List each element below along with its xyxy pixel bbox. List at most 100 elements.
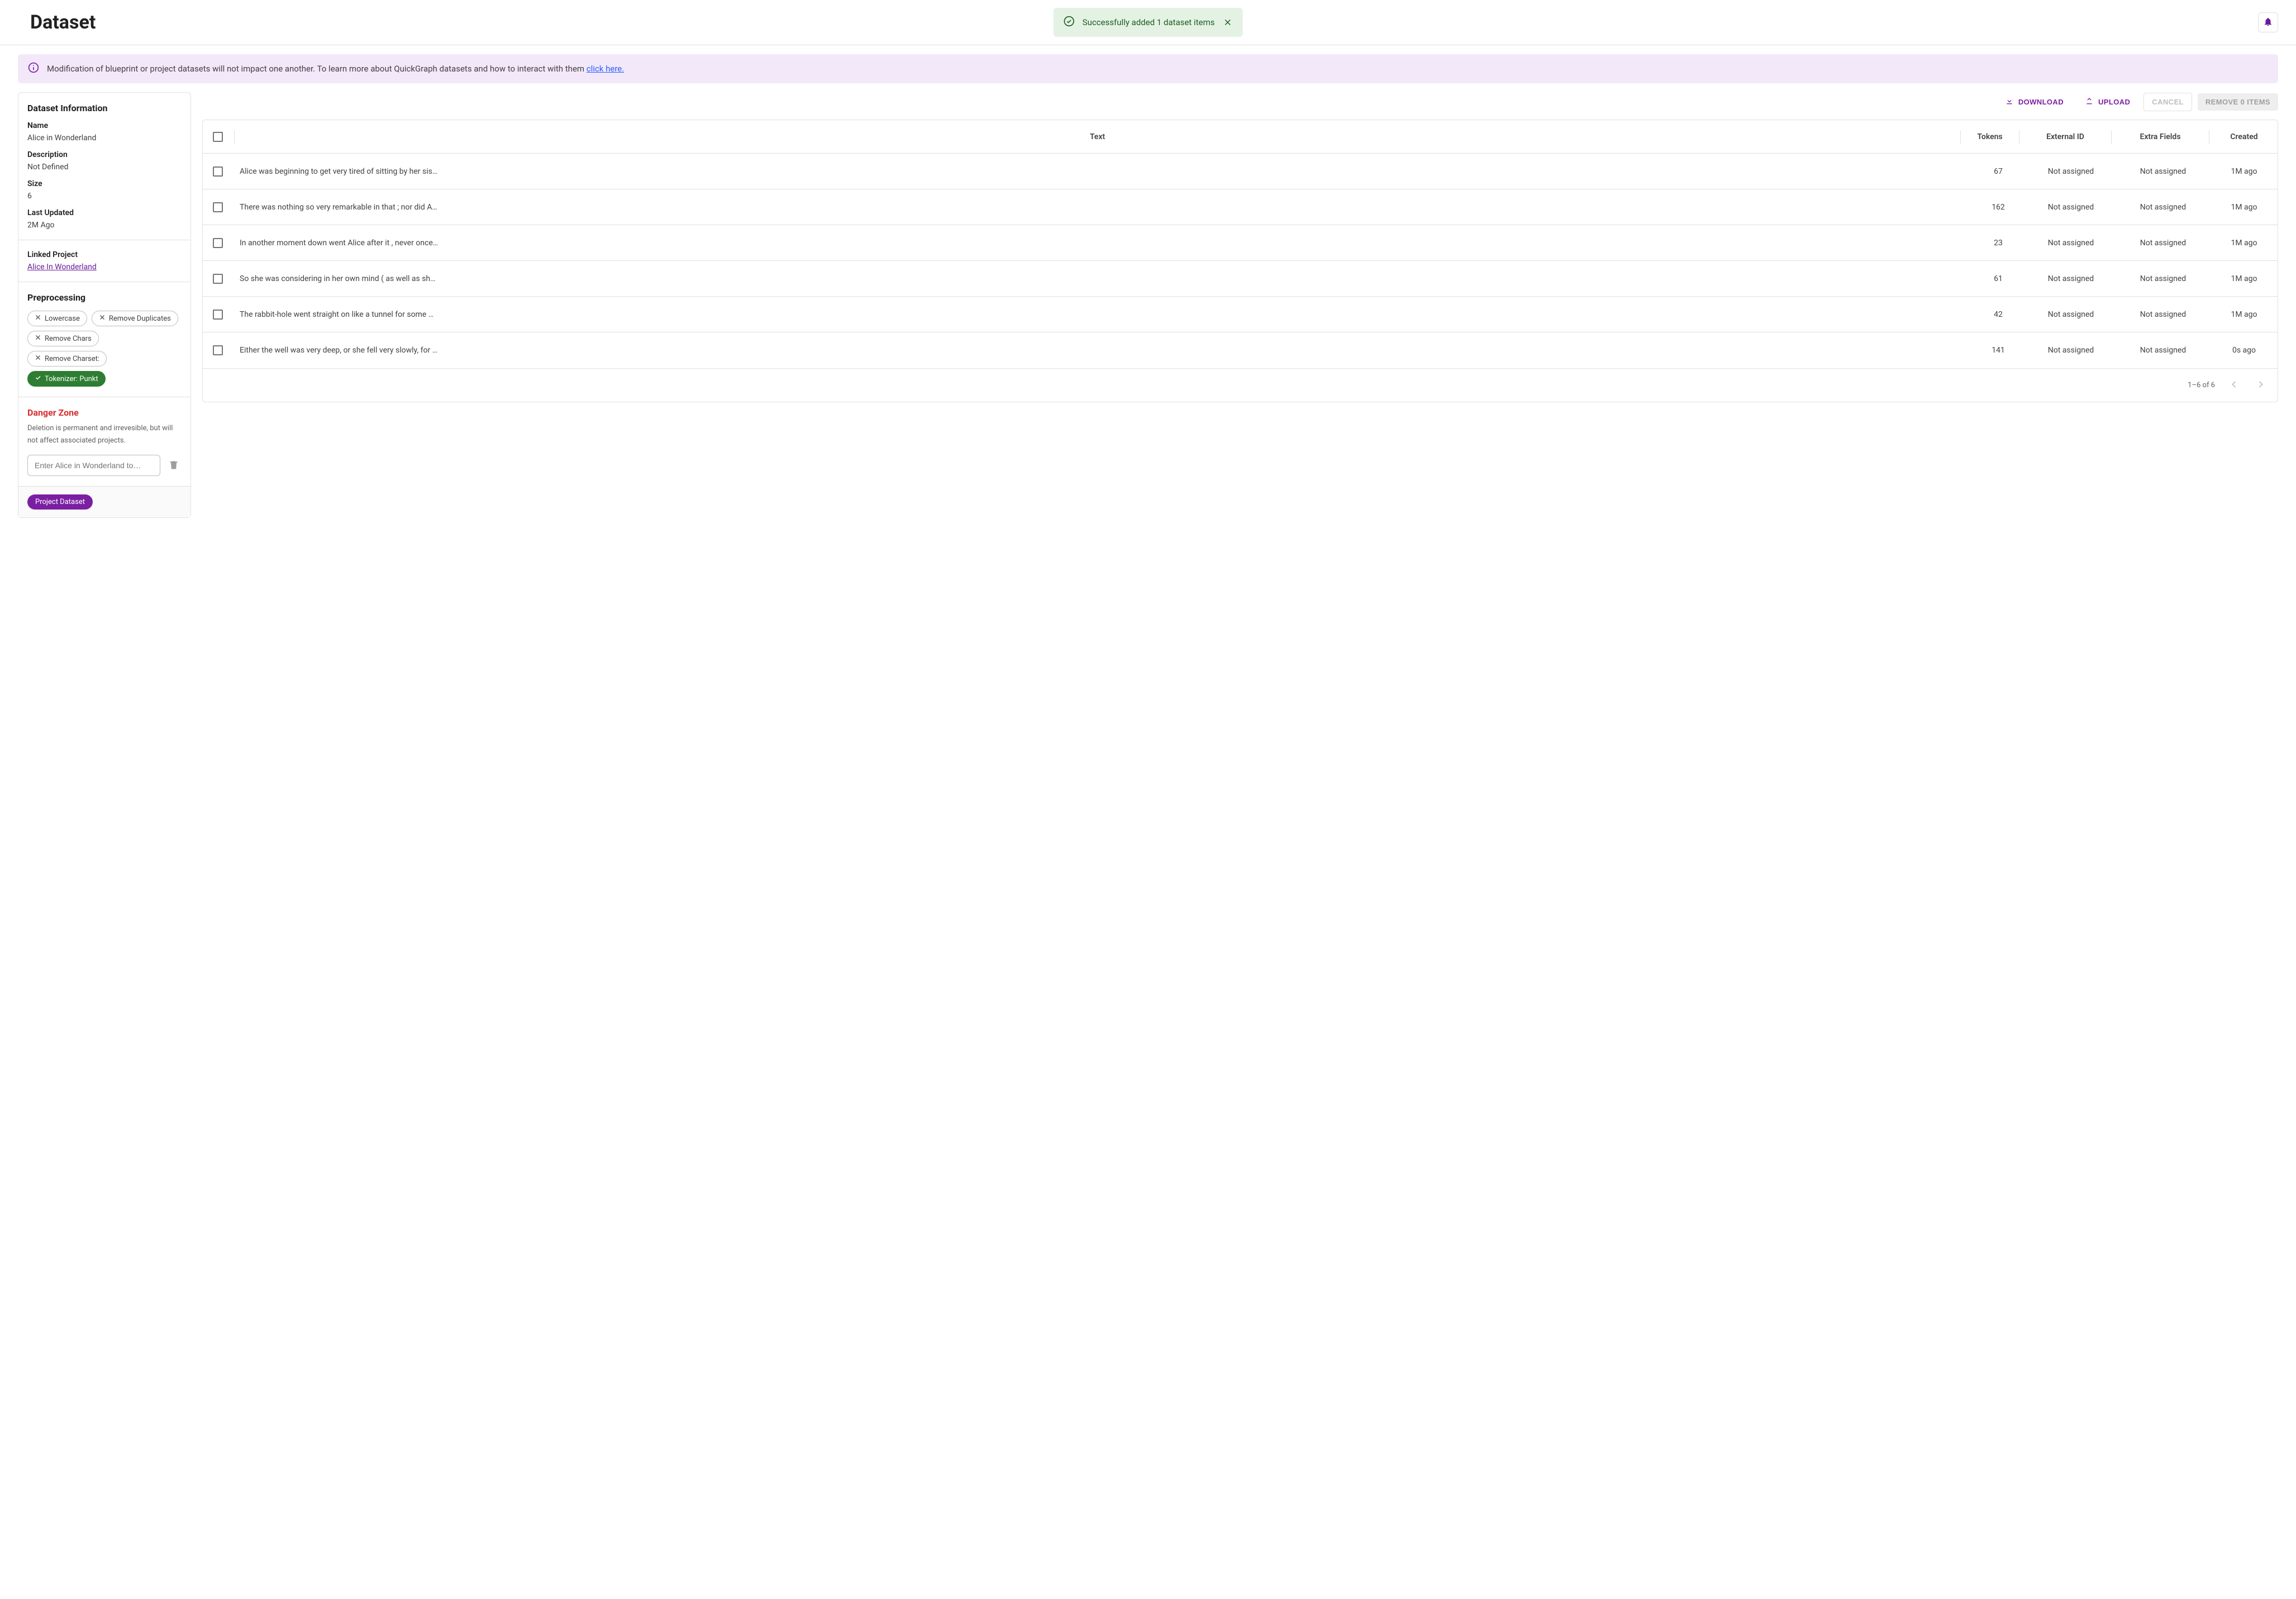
preprocessing-title: Preprocessing — [27, 292, 182, 303]
next-page-button[interactable] — [2253, 377, 2269, 394]
chevron-right-icon — [2255, 379, 2266, 392]
info-banner-text: Modification of blueprint or project dat… — [47, 64, 624, 74]
row-extra-fields: Not assigned — [2140, 239, 2186, 248]
row-text: In another moment down went Alice after … — [240, 239, 438, 248]
header-tokens: Tokens — [1977, 132, 2002, 141]
linked-project-link[interactable]: Alice In Wonderland — [27, 263, 97, 272]
row-checkbox[interactable] — [213, 238, 223, 248]
trash-icon — [168, 464, 179, 472]
row-extra-fields: Not assigned — [2140, 274, 2186, 283]
row-tokens: 141 — [1992, 346, 2005, 355]
row-external-id: Not assigned — [2048, 203, 2094, 212]
dataset-info-title: Dataset Information — [27, 103, 182, 113]
select-all-checkbox[interactable] — [213, 132, 223, 142]
row-text: So she was considering in her own mind (… — [240, 274, 436, 283]
bell-icon — [2263, 17, 2273, 28]
size-value: 6 — [27, 192, 182, 201]
info-banner-link[interactable]: click here. — [587, 64, 624, 74]
row-created: 1M ago — [2231, 310, 2257, 319]
linked-project-label: Linked Project — [27, 250, 182, 259]
dataset-table: Text Tokens External ID Extra Fields Cre… — [202, 120, 2278, 402]
row-text: Alice was beginning to get very tired of… — [240, 167, 437, 176]
page-title: Dataset — [30, 11, 96, 34]
header-created: Created — [2230, 132, 2257, 141]
row-tokens: 162 — [1992, 203, 2005, 212]
sidebar: Dataset Information Name Alice in Wonder… — [18, 92, 191, 518]
row-external-id: Not assigned — [2048, 346, 2094, 355]
header-extra-fields: Extra Fields — [2140, 132, 2180, 141]
table-row[interactable]: Either the well was very deep, or she fe… — [203, 332, 2278, 368]
check-icon — [35, 374, 41, 383]
pagination-info: 1–6 of 6 — [2188, 381, 2215, 389]
row-created: 1M ago — [2231, 274, 2257, 283]
name-label: Name — [27, 121, 182, 130]
download-button[interactable]: DOWNLOAD — [1997, 92, 2071, 112]
check-circle-icon — [1064, 16, 1075, 29]
row-text: There was nothing so very remarkable in … — [240, 203, 437, 212]
last-updated-label: Last Updated — [27, 208, 182, 217]
chip-label: Remove Duplicates — [109, 315, 171, 323]
table-row[interactable]: So she was considering in her own mind (… — [203, 261, 2278, 297]
table-row[interactable]: In another moment down went Alice after … — [203, 225, 2278, 261]
row-external-id: Not assigned — [2048, 274, 2094, 283]
row-checkbox[interactable] — [213, 345, 223, 355]
row-checkbox[interactable] — [213, 166, 223, 177]
row-checkbox[interactable] — [213, 274, 223, 284]
chip-remove-chars[interactable]: Remove Chars — [27, 331, 99, 346]
info-circle-icon — [28, 62, 39, 75]
notifications-button[interactable] — [2258, 12, 2278, 32]
chip-lowercase[interactable]: Lowercase — [27, 311, 87, 326]
danger-zone-title: Danger Zone — [27, 407, 182, 418]
chevron-left-icon — [2228, 379, 2240, 392]
last-updated-value: 2M Ago — [27, 221, 182, 230]
row-text: Either the well was very deep, or she fe… — [240, 346, 437, 355]
chip-label: Lowercase — [45, 315, 80, 323]
x-icon — [35, 314, 41, 323]
row-created: 1M ago — [2231, 239, 2257, 248]
delete-confirm-input[interactable] — [27, 455, 160, 476]
x-icon — [99, 314, 106, 323]
chip-remove-charset[interactable]: Remove Charset: — [27, 351, 107, 367]
row-extra-fields: Not assigned — [2140, 346, 2186, 355]
chip-label: Tokenizer: Punkt — [45, 375, 98, 383]
chip-label: Remove Chars — [45, 335, 92, 343]
delete-button[interactable] — [166, 457, 182, 474]
row-tokens: 61 — [1994, 274, 2003, 283]
download-icon — [2005, 97, 2014, 107]
info-banner-message: Modification of blueprint or project dat… — [47, 64, 587, 74]
success-toast: Successfully added 1 dataset items — [1054, 8, 1243, 37]
row-external-id: Not assigned — [2048, 239, 2094, 248]
chip-label: Remove Charset: — [45, 355, 99, 363]
chip-tokenizer[interactable]: Tokenizer: Punkt — [27, 371, 106, 387]
toast-close-button[interactable] — [1222, 17, 1232, 27]
row-tokens: 67 — [1994, 167, 2003, 176]
chip-remove-duplicates[interactable]: Remove Duplicates — [92, 311, 178, 326]
remove-items-button: REMOVE 0 ITEMS — [2198, 93, 2278, 111]
row-extra-fields: Not assigned — [2140, 310, 2186, 319]
upload-button[interactable]: UPLOAD — [2077, 92, 2138, 112]
row-created: 0s ago — [2232, 346, 2256, 355]
table-footer: 1–6 of 6 — [203, 368, 2278, 402]
row-external-id: Not assigned — [2048, 167, 2094, 176]
toast-text: Successfully added 1 dataset items — [1083, 17, 1215, 27]
description-label: Description — [27, 150, 182, 159]
row-created: 1M ago — [2231, 167, 2257, 176]
x-icon — [35, 354, 41, 363]
size-label: Size — [27, 179, 182, 188]
row-external-id: Not assigned — [2048, 310, 2094, 319]
header-external-id: External ID — [2046, 132, 2084, 141]
project-dataset-badge: Project Dataset — [27, 494, 93, 510]
table-row[interactable]: The rabbit-hole went straight on like a … — [203, 297, 2278, 332]
x-icon — [35, 334, 41, 343]
prev-page-button[interactable] — [2226, 377, 2242, 394]
upload-label: UPLOAD — [2098, 98, 2130, 106]
download-label: DOWNLOAD — [2018, 98, 2064, 106]
row-checkbox[interactable] — [213, 202, 223, 212]
cancel-button[interactable]: CANCEL — [2143, 93, 2192, 111]
table-row[interactable]: Alice was beginning to get very tired of… — [203, 154, 2278, 189]
name-value: Alice in Wonderland — [27, 134, 182, 142]
table-row[interactable]: There was nothing so very remarkable in … — [203, 189, 2278, 225]
row-checkbox[interactable] — [213, 310, 223, 320]
table-header: Text Tokens External ID Extra Fields Cre… — [203, 120, 2278, 154]
row-extra-fields: Not assigned — [2140, 167, 2186, 176]
